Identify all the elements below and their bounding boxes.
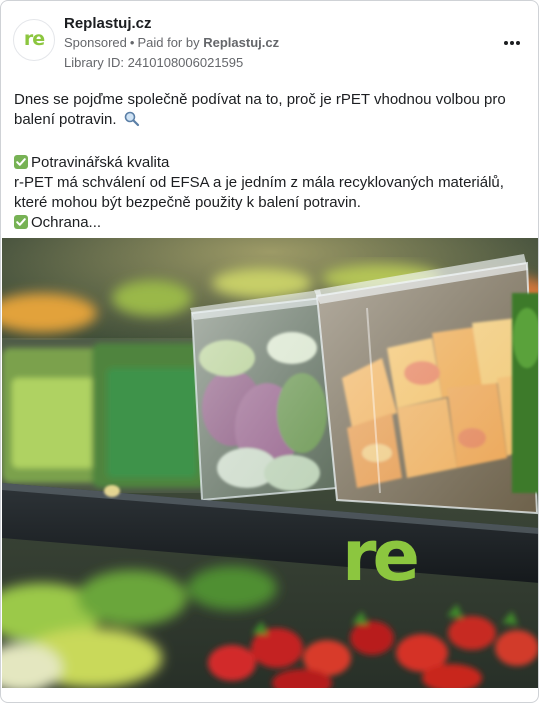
post-image[interactable]: re [2, 238, 538, 688]
check-mark-icon [14, 215, 28, 229]
more-dot [516, 41, 520, 45]
avatar-logo-text: re [23, 28, 45, 50]
point-1-title-text: Potravinářská kvalita [31, 154, 170, 171]
post-text: Dnes se pojďme společně podívat na to, p… [14, 90, 526, 233]
library-id: Library ID: 2410108006021595 [64, 55, 244, 70]
page-name-link[interactable]: Replastuj.cz [64, 15, 152, 32]
intro-paragraph: Dnes se pojďme společně podívat na to, p… [14, 90, 526, 133]
magnifying-glass-icon [124, 111, 140, 133]
sponsored-label: Sponsored [64, 35, 127, 50]
point-2-title[interactable]: Ochrana... [14, 213, 526, 233]
ad-post-card: re Replastuj.cz Sponsored • Paid for by Re… [0, 0, 539, 703]
paid-by-link[interactable]: Replastuj.cz [203, 35, 279, 50]
point-1-body: r-PET má schválení od EFSA a je jedním z… [14, 174, 504, 211]
point-2-title-text: Ochrana... [31, 214, 102, 231]
more-options-button[interactable] [500, 33, 524, 53]
paid-for-prefix: Paid for by [137, 35, 200, 50]
separator-dot: • [129, 35, 135, 50]
intro-text: Dnes se pojďme společně podívat na to, p… [14, 91, 506, 128]
page-avatar[interactable]: re [13, 19, 55, 61]
post-header: re Replastuj.cz Sponsored • Paid for by Re… [13, 13, 528, 71]
point-1-title: Potravinářská kvalita [14, 153, 526, 173]
sponsored-line: Sponsored • Paid for by Replastuj.cz [64, 35, 279, 50]
check-mark-icon [14, 155, 28, 169]
more-dot [510, 41, 514, 45]
more-horizontal-icon [504, 41, 508, 45]
supermarket-shelf-image: re [2, 238, 538, 688]
brand-logo: re [342, 515, 418, 597]
